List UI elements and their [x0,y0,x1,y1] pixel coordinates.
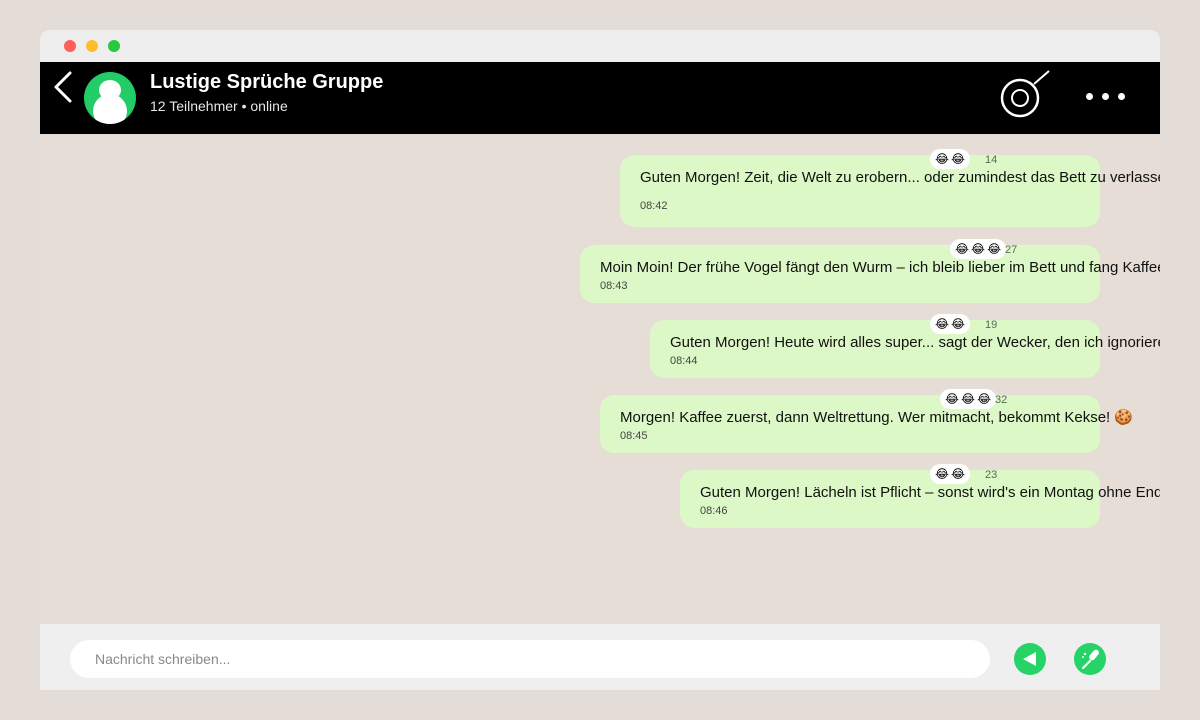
reaction-emoji: 😂 [961,392,976,406]
chat-window: Lustige Sprüche Gruppe 12 Teilnehmer • o… [40,30,1160,690]
more-dots-icon [1118,93,1125,100]
microphone-button[interactable] [1074,643,1106,675]
message-bubble[interactable]: Guten Morgen! Lächeln ist Pflicht – sons… [680,470,1160,528]
search-icon[interactable] [998,68,1054,120]
reaction-emoji: 😂 [935,467,950,481]
reaction-emoji: 😂 [987,242,1002,256]
message-bubble[interactable]: Morgen! Kaffee zuerst, dann Weltrettung.… [600,395,1133,453]
window-titlebar [40,30,1160,62]
maximize-window-button[interactable] [108,40,120,52]
chat-header: Lustige Sprüche Gruppe 12 Teilnehmer • o… [40,62,1160,134]
reaction-emoji: 😂 [951,317,966,331]
message-time: 08:43 [600,280,628,292]
group-avatar[interactable] [84,72,136,124]
message-text: Guten Morgen! Lächeln ist Pflicht – sons… [700,484,1160,501]
reaction-emoji: 😂 [935,152,950,166]
reaction-emoji: 😂 [935,317,950,331]
reaction-count: 23 [985,469,998,481]
reaction-count: 14 [985,154,998,166]
reaction-emoji: 😂 [951,152,966,166]
message-text: Moin Moin! Der frühe Vogel fängt den Wur… [600,259,1160,276]
back-arrow-icon[interactable] [52,70,76,104]
message-list: Guten Morgen! Zeit, die Welt zu erobern.… [40,134,1160,624]
message-time: 08:46 [700,505,728,517]
message-text: Morgen! Kaffee zuerst, dann Weltrettung.… [620,409,1134,426]
message-time: 08:45 [620,430,648,442]
message-reactions[interactable]: 😂 😂 [930,464,971,484]
message-bubble[interactable]: Guten Morgen! Zeit, die Welt zu erobern.… [620,155,1160,227]
more-dots-icon [1086,93,1093,100]
message-text: Guten Morgen! Heute wird alles super... … [670,334,1160,351]
message-bubble[interactable]: Moin Moin! Der frühe Vogel fängt den Wur… [580,245,1160,303]
reaction-emoji: 😂 [971,242,986,256]
reaction-emoji: 😂 [945,392,960,406]
message-time: 08:44 [670,355,698,367]
reaction-count: 32 [995,394,1008,406]
message-reactions[interactable]: 😂 😂 [930,314,971,334]
message-reactions[interactable]: 😂 😂 😂 [950,239,1007,259]
composer-bar [40,624,1160,690]
message-reactions[interactable]: 😂 😂 [930,149,971,169]
more-dots-icon [1102,93,1109,100]
reaction-count: 27 [1005,244,1018,256]
message-time: 08:42 [640,200,668,212]
reaction-emoji: 😂 [951,467,966,481]
chat-subtitle: 12 Teilnehmer • online [150,98,288,114]
message-bubble[interactable]: Guten Morgen! Heute wird alles super... … [650,320,1160,378]
more-options-button[interactable] [1080,88,1130,110]
message-reactions[interactable]: 😂 😂 😂 [940,389,997,409]
message-text: Guten Morgen! Zeit, die Welt zu erobern.… [640,169,1160,186]
close-window-button[interactable] [64,40,76,52]
reaction-emoji: 😂 [955,242,970,256]
minimize-window-button[interactable] [86,40,98,52]
avatar-body [93,94,127,124]
send-icon [1023,652,1036,666]
reaction-emoji: 😂 [977,392,992,406]
microphone-icon [1081,649,1099,670]
chat-title[interactable]: Lustige Sprüche Gruppe [150,71,383,94]
send-button[interactable] [1014,643,1046,675]
reaction-count: 19 [985,319,998,331]
message-input[interactable] [70,640,990,678]
